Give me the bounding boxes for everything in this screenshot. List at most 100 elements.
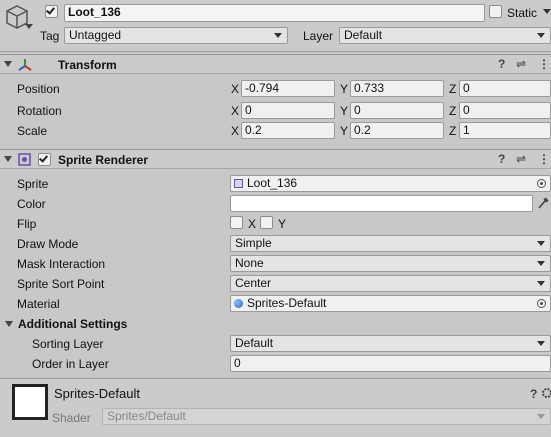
mask-interaction-value: None [235,256,264,270]
layer-value: Default [344,28,383,42]
tag-label: Tag [40,29,60,43]
sorting-layer-label: Sorting Layer [32,337,104,351]
rotation-x-field[interactable]: 0 [241,102,335,119]
flip-y-checkbox[interactable] [260,216,273,229]
material-section: Sprites-Default ? Shader Sprites/Default [0,378,551,437]
transform-axes-icon [18,59,32,71]
layer-dropdown[interactable]: Default [339,27,551,44]
static-dropdown-button[interactable] [540,4,551,22]
scale-label: Scale [17,124,48,138]
position-x-field[interactable]: -0.794 [241,80,335,97]
additional-settings-fold-icon[interactable] [5,321,13,327]
presets-icon[interactable]: ⇌ [516,58,526,70]
order-in-layer-field[interactable]: 0 [230,355,551,372]
sprite-sort-point-label: Sprite Sort Point [17,277,105,291]
more-menu-icon[interactable]: ⋮ [538,153,550,165]
object-picker-icon[interactable] [537,299,546,308]
rotation-label: Rotation [17,104,62,118]
rotation-y-field[interactable]: 0 [350,102,444,119]
scale-x-axis-label[interactable]: X [231,124,239,138]
transform-title: Transform [58,58,117,72]
color-label: Color [17,197,46,211]
color-swatch-field[interactable] [230,195,533,212]
position-z-axis-label[interactable]: Z [449,82,456,96]
scale-z-field[interactable]: 1 [459,122,551,139]
static-label: Static [507,6,538,20]
help-icon[interactable]: ? [498,58,505,70]
rotation-z-field[interactable]: 0 [459,102,551,119]
draw-mode-value: Simple [235,236,272,250]
scale-x-field[interactable]: 0.2 [241,122,335,139]
sprite-renderer-enabled-checkbox[interactable] [38,153,51,166]
gameobject-header: Loot_136 Static Tag Untagged Layer Defau… [0,0,551,52]
chevron-down-icon [537,261,545,266]
sprite-renderer-header[interactable]: Sprite Renderer ? ⇌ ⋮ [0,149,551,169]
eyedropper-icon[interactable] [537,196,549,210]
icon-dropdown-arrow[interactable] [25,24,33,29]
object-picker-icon[interactable] [537,179,546,188]
flip-label: Flip [17,217,37,231]
material-sphere-icon [234,299,243,308]
material-preview-thumbnail[interactable] [12,384,48,420]
gear-icon[interactable] [541,387,551,399]
gameobject-active-checkbox[interactable] [45,5,58,18]
chevron-down-icon [274,33,282,38]
scale-y-field[interactable]: 0.2 [350,122,444,139]
position-y-axis-label[interactable]: Y [340,82,348,96]
checkmark-icon [46,5,55,15]
more-menu-icon[interactable]: ⋮ [538,58,550,70]
static-checkbox[interactable] [489,5,502,18]
fold-arrow-icon[interactable] [4,61,12,67]
shader-label: Shader [52,411,91,425]
material-name: Sprites-Default [54,386,140,401]
draw-mode-label: Draw Mode [17,237,79,251]
position-x-axis-label[interactable]: X [231,82,239,96]
sorting-layer-dropdown[interactable]: Default [230,335,551,352]
chevron-down-icon [537,33,545,38]
flip-x-checkbox[interactable] [230,216,243,229]
sprite-asset-icon [234,179,243,188]
sprite-object-field[interactable]: Loot_136 [230,175,551,192]
mask-interaction-label: Mask Interaction [17,257,106,271]
material-object-field[interactable]: Sprites-Default [230,295,551,312]
presets-icon[interactable]: ⇌ [516,153,526,165]
sprite-sort-point-value: Center [235,276,272,290]
material-label: Material [17,297,60,311]
sprite-renderer-title: Sprite Renderer [58,153,149,167]
tag-dropdown[interactable]: Untagged [64,27,288,44]
rotation-y-axis-label[interactable]: Y [340,104,348,118]
mask-interaction-dropdown[interactable]: None [230,255,551,272]
order-in-layer-label: Order in Layer [32,357,109,371]
chevron-down-icon [537,341,545,346]
sprite-label: Sprite [17,177,49,191]
position-y-field[interactable]: 0.733 [350,80,444,97]
shader-value: Sprites/Default [107,409,186,423]
fold-arrow-icon[interactable] [4,156,12,162]
flip-y-label: Y [278,217,287,231]
scale-y-axis-label[interactable]: Y [340,124,348,138]
position-label: Position [17,82,60,96]
layer-label: Layer [303,29,334,43]
gameobject-name-field[interactable]: Loot_136 [64,4,485,22]
flip-x-label: X [248,217,257,231]
chevron-down-icon [537,281,545,286]
tag-value: Untagged [69,28,122,42]
additional-settings-label[interactable]: Additional Settings [18,317,127,331]
sprite-value: Loot_136 [247,176,298,190]
material-value: Sprites-Default [247,296,327,310]
scale-z-axis-label[interactable]: Z [449,124,456,138]
transform-header[interactable]: Transform ? ⇌ ⋮ [0,54,551,74]
rotation-x-axis-label[interactable]: X [231,104,239,118]
shader-dropdown[interactable]: Sprites/Default [102,408,551,425]
rotation-z-axis-label[interactable]: Z [449,104,456,118]
sorting-layer-value: Default [235,336,274,350]
help-icon[interactable]: ? [498,153,505,165]
position-z-field[interactable]: 0 [459,80,551,97]
sprite-renderer-icon [18,153,31,166]
draw-mode-dropdown[interactable]: Simple [230,235,551,252]
chevron-down-icon [537,241,545,246]
help-icon[interactable]: ? [530,388,537,400]
chevron-down-icon [537,414,545,419]
sprite-sort-point-dropdown[interactable]: Center [230,275,551,292]
checkmark-icon [39,153,48,163]
